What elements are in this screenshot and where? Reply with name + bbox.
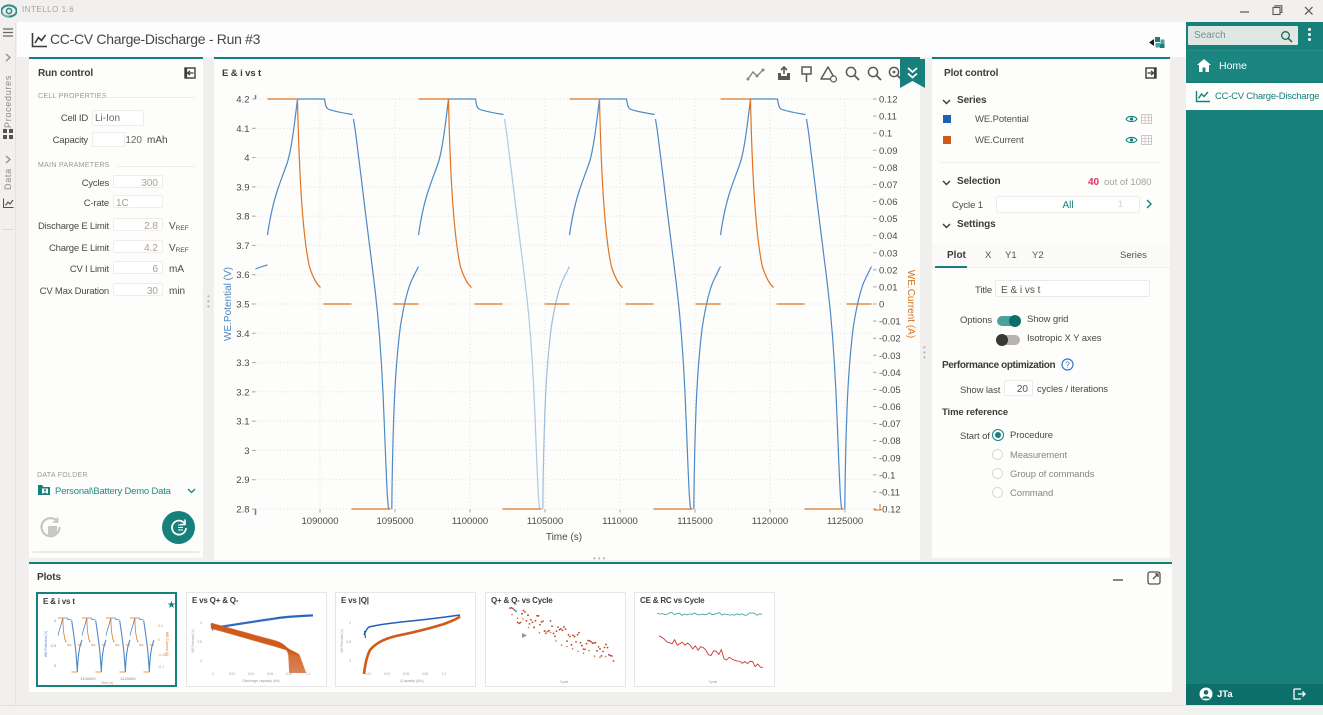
svg-text:0.1: 0.1 xyxy=(158,624,163,628)
svg-text:WE.Current (A): WE.Current (A) xyxy=(165,632,169,657)
svg-text:WE.Current (A): WE.Current (A) xyxy=(905,270,916,338)
svg-text:-0.1: -0.1 xyxy=(158,665,164,669)
svg-text:1100000: 1100000 xyxy=(80,676,96,681)
svg-text:Cycle: Cycle xyxy=(560,680,569,684)
svg-text:3.2: 3.2 xyxy=(236,387,249,398)
svg-text:0.08: 0.08 xyxy=(286,672,292,676)
svg-text:?: ? xyxy=(1065,360,1070,370)
svg-text:3.1: 3.1 xyxy=(236,417,249,428)
svg-text:0.02: 0.02 xyxy=(879,265,898,276)
svg-text:WE.Potential (V): WE.Potential (V) xyxy=(340,629,344,653)
svg-text:0.05: 0.05 xyxy=(879,214,898,225)
svg-text:-0.11: -0.11 xyxy=(879,487,900,498)
svg-text:3.8: 3.8 xyxy=(236,212,249,223)
svg-text:-0.05: -0.05 xyxy=(879,385,901,396)
svg-text:0.03: 0.03 xyxy=(879,248,898,259)
svg-text:3.6: 3.6 xyxy=(236,270,249,281)
svg-text:-0.03: -0.03 xyxy=(879,351,901,362)
svg-text:0.1: 0.1 xyxy=(306,672,311,676)
svg-text:0.04: 0.04 xyxy=(384,672,390,676)
svg-text:0.06: 0.06 xyxy=(403,672,409,676)
svg-text:Cycle: Cycle xyxy=(709,680,718,684)
svg-text:-0.01: -0.01 xyxy=(879,317,901,328)
svg-text:3.5: 3.5 xyxy=(346,640,351,644)
svg-text:3.3: 3.3 xyxy=(236,358,249,369)
svg-text:-0.12: -0.12 xyxy=(879,505,901,516)
svg-text:3: 3 xyxy=(349,659,351,663)
svg-text:1090000: 1090000 xyxy=(302,516,339,527)
svg-text:4.2: 4.2 xyxy=(236,95,249,106)
svg-text:0.07: 0.07 xyxy=(879,180,898,191)
svg-text:3.4: 3.4 xyxy=(236,329,249,340)
svg-text:-0.09: -0.09 xyxy=(879,453,901,464)
svg-text:1120000: 1120000 xyxy=(752,516,788,527)
svg-text:0.08: 0.08 xyxy=(879,163,898,174)
svg-text:0.02: 0.02 xyxy=(229,672,235,676)
svg-text:4: 4 xyxy=(244,153,249,164)
svg-text:3.5: 3.5 xyxy=(236,300,249,311)
svg-text:-0.05: -0.05 xyxy=(158,653,166,657)
svg-text:Time (s): Time (s) xyxy=(546,532,582,543)
svg-text:0.02: 0.02 xyxy=(365,672,371,676)
svg-text:0: 0 xyxy=(212,672,214,676)
svg-text:0.04: 0.04 xyxy=(248,672,254,676)
svg-text:-0.07: -0.07 xyxy=(879,419,901,430)
svg-text:-0.1: -0.1 xyxy=(879,470,895,481)
svg-text:-0.04: -0.04 xyxy=(879,368,901,379)
svg-text:3.7: 3.7 xyxy=(236,241,249,252)
svg-text:1125000: 1125000 xyxy=(827,516,863,527)
svg-text:1110000: 1110000 xyxy=(602,516,638,527)
svg-text:★: ★ xyxy=(167,600,175,611)
svg-text:-0.08: -0.08 xyxy=(879,436,901,447)
svg-text:0.1: 0.1 xyxy=(442,672,447,676)
svg-text:-0.02: -0.02 xyxy=(879,334,901,345)
svg-text:4: 4 xyxy=(200,621,202,625)
svg-text:3: 3 xyxy=(244,446,249,457)
svg-text:4: 4 xyxy=(54,618,57,623)
svg-text:3.9: 3.9 xyxy=(236,182,249,193)
svg-text:Time (s): Time (s) xyxy=(101,681,114,685)
svg-text:WE.Potential (V): WE.Potential (V) xyxy=(223,267,234,341)
svg-text:-0.06: -0.06 xyxy=(879,402,901,413)
svg-text:1120000: 1120000 xyxy=(120,676,136,681)
svg-text:0: 0 xyxy=(879,300,884,311)
svg-text:3: 3 xyxy=(200,659,202,663)
svg-text:0.11: 0.11 xyxy=(879,112,897,123)
svg-text:0.04: 0.04 xyxy=(879,231,898,242)
svg-text:1100000: 1100000 xyxy=(452,516,488,527)
svg-text:3.5: 3.5 xyxy=(197,640,202,644)
svg-text:WE.Potential (V): WE.Potential (V) xyxy=(191,629,195,653)
svg-text:0.06: 0.06 xyxy=(267,672,273,676)
svg-text:4.1: 4.1 xyxy=(236,124,249,135)
svg-text:1115000: 1115000 xyxy=(677,516,713,527)
svg-text:1095000: 1095000 xyxy=(377,516,414,527)
svg-text:0.09: 0.09 xyxy=(879,146,898,157)
svg-text:4: 4 xyxy=(349,621,351,625)
svg-text:0.1: 0.1 xyxy=(879,129,892,140)
svg-text:0.12: 0.12 xyxy=(879,95,898,106)
svg-text:2.9: 2.9 xyxy=(236,475,249,486)
svg-text:0: 0 xyxy=(158,638,160,642)
svg-text:2.8: 2.8 xyxy=(236,505,249,516)
svg-text:1105000: 1105000 xyxy=(527,516,563,527)
svg-text:0.01: 0.01 xyxy=(879,282,898,293)
svg-text:3.5: 3.5 xyxy=(50,643,56,648)
svg-text:|Capacity (Ah)|: |Capacity (Ah)| xyxy=(400,679,423,683)
svg-text:Discharge capacity (Ah): Discharge capacity (Ah) xyxy=(242,679,279,683)
svg-text:0.08: 0.08 xyxy=(422,672,428,676)
svg-text:0.06: 0.06 xyxy=(879,197,898,208)
svg-text:WE.Potential (V): WE.Potential (V) xyxy=(44,631,48,658)
svg-text:3: 3 xyxy=(54,663,57,668)
